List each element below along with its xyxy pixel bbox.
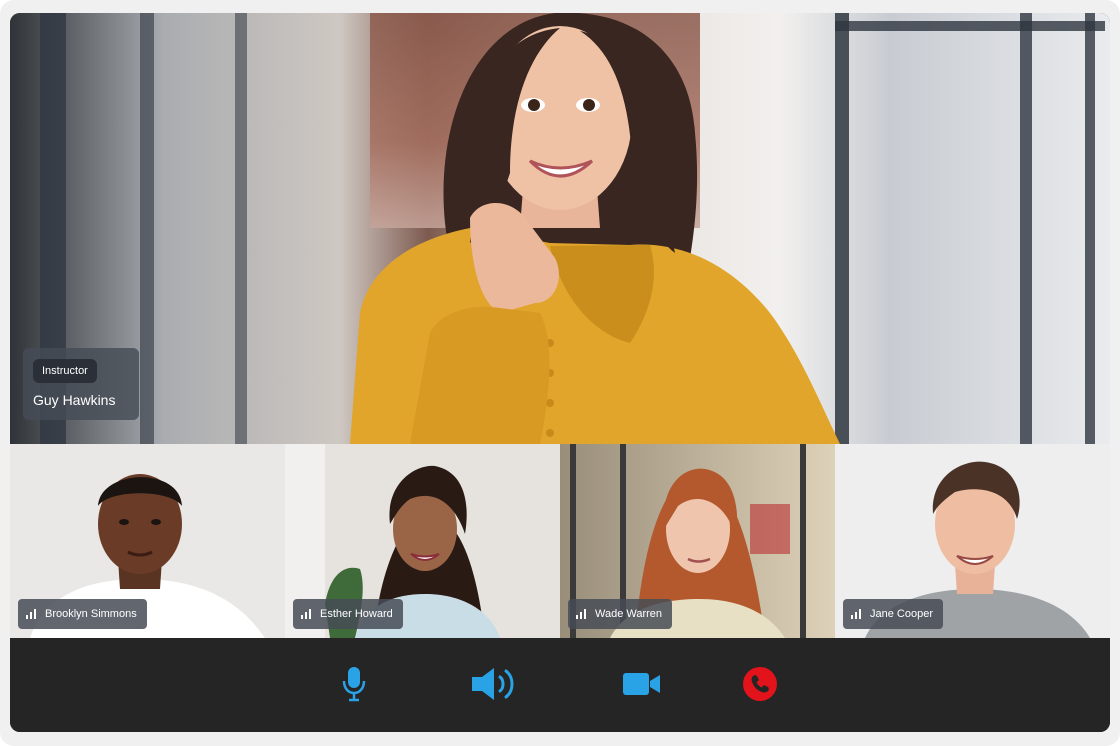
participant-tile[interactable]: Brooklyn Simmons [10,444,285,638]
participant-name: Jane Cooper [870,608,933,620]
video-camera-icon [623,673,660,695]
participant-name-tag: Esther Howard [293,599,403,629]
participant-name-tag: Brooklyn Simmons [18,599,147,629]
window-frame-left-2 [140,13,154,444]
video-call-window: Instructor Guy Hawkins Brooklyn Simmons [10,13,1110,732]
participant-name-tag: Jane Cooper [843,599,943,629]
instructor-name: Guy Hawkins [33,392,116,408]
signal-strength-icon [576,609,588,619]
microphone-button[interactable] [332,664,376,704]
window-frame-top [835,21,1105,31]
end-call-button[interactable] [740,664,780,704]
call-control-bar [10,638,1110,732]
participant-name: Wade Warren [595,608,663,620]
window-frame-right-3 [1085,13,1095,444]
role-badge: Instructor [33,359,97,383]
signal-strength-icon [301,609,313,619]
window-frame-left-3 [235,13,247,444]
end-call-icon [743,667,777,701]
instructor-label-card: Instructor Guy Hawkins [23,348,139,420]
instructor-video-image [350,13,840,444]
main-video-feed[interactable]: Instructor Guy Hawkins [10,13,1110,444]
participant-tile[interactable]: Esther Howard [285,444,560,638]
participant-name-tag: Wade Warren [568,599,673,629]
participant-tile[interactable]: Jane Cooper [835,444,1110,638]
participant-name: Esther Howard [320,608,393,620]
speaker-icon [472,668,514,700]
speaker-button[interactable] [468,664,520,704]
participant-tile[interactable]: Wade Warren [560,444,835,638]
participant-strip: Brooklyn Simmons Esther Howard Wade Warr… [10,444,1110,638]
signal-strength-icon [26,609,38,619]
participant-name: Brooklyn Simmons [45,608,137,620]
microphone-icon [342,667,366,702]
signal-strength-icon [851,609,863,619]
camera-button[interactable] [620,664,664,704]
window-frame-right-2 [1020,13,1032,444]
